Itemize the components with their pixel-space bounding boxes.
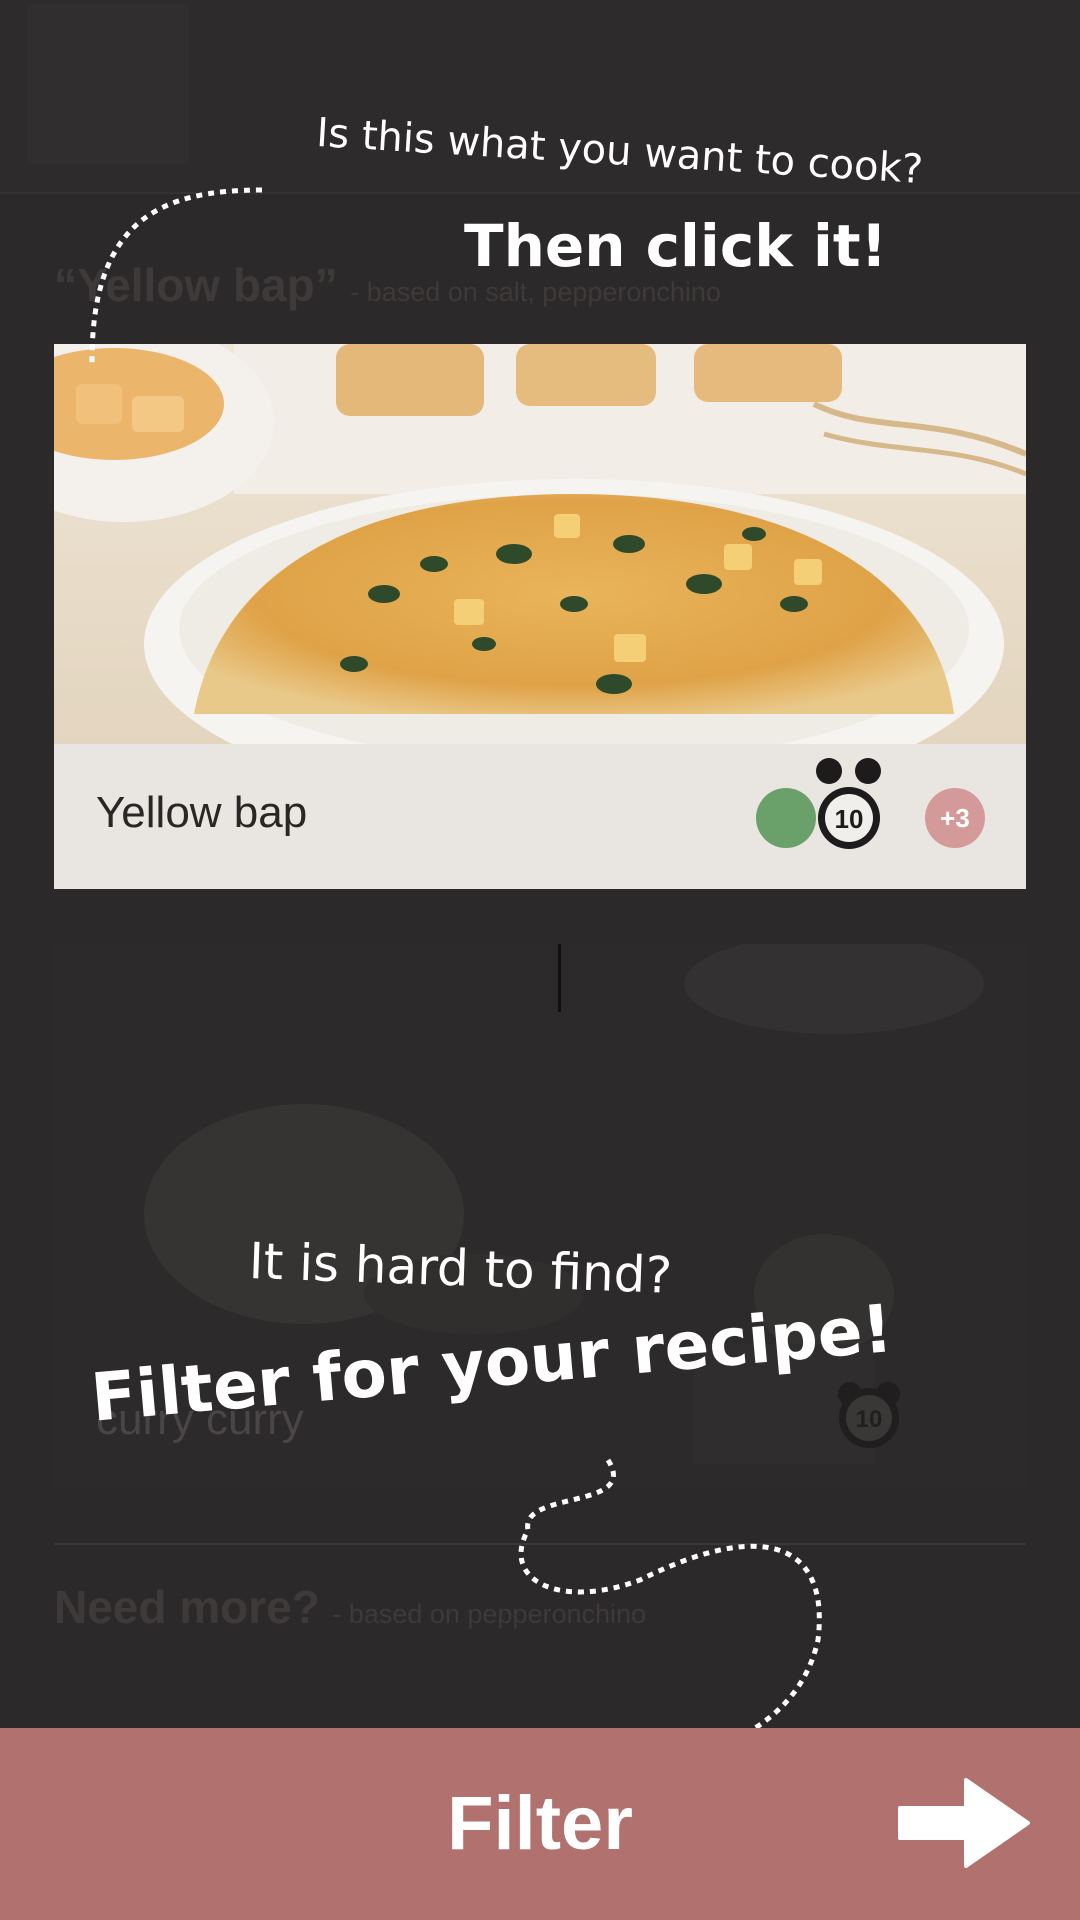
extra-ingredients-badge: +3 [925,788,985,848]
hint-cta-top: Then click it! [464,212,888,280]
recipe-card-yellow-bap[interactable]: Yellow bap 10 +3 [54,344,1026,889]
section-heading-need-more: Need more? - based on pepperonchino [54,1580,646,1634]
section-subtitle: - based on salt, pepperonchino [350,277,721,307]
arrow-right-icon [898,1778,1030,1868]
section-divider [54,1543,1026,1545]
app-logo [28,4,188,164]
section-title: Need more? [54,1581,320,1633]
section-subtitle: - based on pepperonchino [332,1599,647,1629]
rice-bowl-photo [54,344,1026,744]
app-screen: “Yellow bap” - based on salt, pepperonch… [0,0,1080,1920]
text-cursor [558,944,561,1012]
difficulty-badge [756,788,816,848]
filter-button[interactable]: Filter [0,1728,1080,1920]
section-title: “Yellow bap” [54,259,338,311]
rice-bowl-illustration [54,344,1026,744]
recipe-title: Yellow bap [96,788,308,837]
